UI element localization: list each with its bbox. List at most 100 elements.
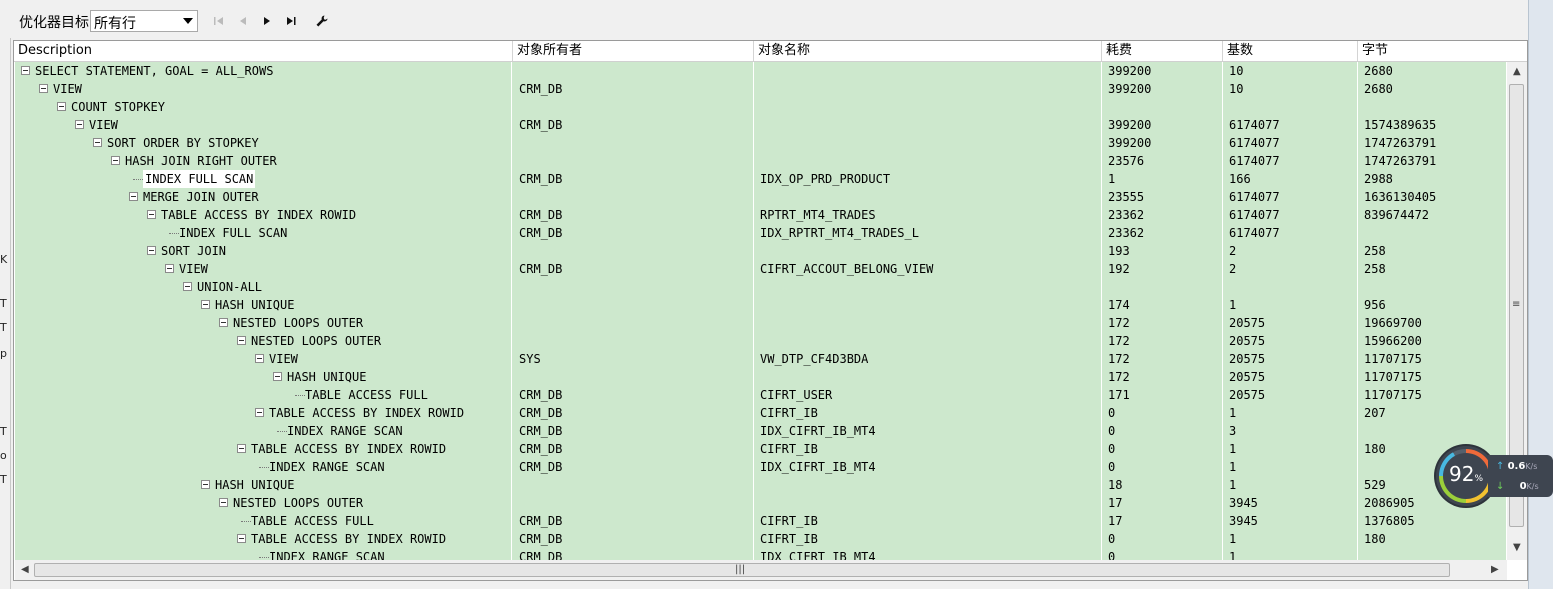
collapse-icon[interactable]	[93, 138, 102, 147]
cardinality-cell: 6174077	[1224, 188, 1358, 206]
left-strip-glyph: T	[0, 321, 7, 334]
grip-icon: ≡	[1512, 299, 1521, 310]
column-header-object-name[interactable]: 对象名称	[754, 41, 1102, 61]
object-owner-cell: CRM_DB	[514, 440, 754, 458]
collapse-icon[interactable]	[237, 336, 246, 345]
collapse-icon[interactable]	[255, 408, 264, 417]
column-header-cardinality[interactable]: 基数	[1223, 41, 1358, 61]
collapse-icon[interactable]	[111, 156, 120, 165]
table-row[interactable]: NESTED LOOPS OUTER 17 3945 2086905	[15, 494, 1506, 512]
table-row[interactable]: TABLE ACCESS BY INDEX ROWID CRM_DB CIFRT_I…	[15, 404, 1506, 422]
left-strip-glyph: o	[0, 449, 7, 462]
plan-step-cell: COUNT STOPKEY	[15, 98, 512, 116]
first-page-icon[interactable]	[212, 14, 226, 28]
table-row[interactable]: TABLE ACCESS BY INDEX ROWID CRM_DB CIFRT_I…	[15, 530, 1506, 548]
cardinality-cell: 6174077	[1224, 206, 1358, 224]
optimizer-goal-select[interactable]: 所有行	[90, 10, 198, 32]
table-row[interactable]: HASH UNIQUE 18 1 529	[15, 476, 1506, 494]
object-owner-cell	[514, 134, 754, 152]
plan-step-cell: HASH UNIQUE	[15, 368, 512, 386]
cost-cell: 172	[1103, 368, 1223, 386]
table-row[interactable]: INDEX RANGE SCAN CRM_DB IDX_CIFRT_IB_MT4 0 3	[15, 422, 1506, 440]
table-row[interactable]: TABLE ACCESS BY INDEX ROWID CRM_DB RPTRT_M…	[15, 206, 1506, 224]
table-row[interactable]: INDEX FULL SCAN CRM_DB IDX_RPTRT_MT4_TRADE…	[15, 224, 1506, 242]
table-row[interactable]: TABLE ACCESS FULL CRM_DB CIFRT_USER 171 2057…	[15, 386, 1506, 404]
bytes-cell: 839674472	[1364, 208, 1430, 222]
table-row[interactable]: HASH UNIQUE 172 20575 11707175	[15, 368, 1506, 386]
column-header-description[interactable]: Description	[14, 41, 513, 61]
collapse-icon[interactable]	[165, 264, 174, 273]
column-header-owner[interactable]: 对象所有者	[513, 41, 754, 61]
collapse-icon[interactable]	[237, 534, 246, 543]
plan-step-cell: UNION-ALL	[15, 278, 512, 296]
collapse-icon[interactable]	[219, 318, 228, 327]
collapse-icon[interactable]	[147, 210, 156, 219]
collapse-icon[interactable]	[237, 444, 246, 453]
table-row[interactable]: TABLE ACCESS FULL CRM_DB CIFRT_IB 17 3945 137…	[15, 512, 1506, 530]
plan-step-cell: HASH UNIQUE	[15, 296, 512, 314]
collapse-icon[interactable]	[183, 282, 192, 291]
object-owner-cell: CRM_DB	[514, 530, 754, 548]
collapse-icon[interactable]	[201, 480, 210, 489]
table-row[interactable]: SELECT STATEMENT, GOAL = ALL_ROWS 399200 1…	[15, 62, 1506, 80]
object-owner-cell	[514, 368, 754, 386]
next-page-icon[interactable]	[260, 14, 274, 28]
collapse-icon[interactable]	[273, 372, 282, 381]
table-row[interactable]: COUNT STOPKEY	[15, 98, 1506, 116]
plan-step-cell: SORT JOIN	[15, 242, 512, 260]
system-monitor-widget[interactable]: 92%	[1436, 446, 1496, 506]
collapse-icon[interactable]	[129, 192, 138, 201]
table-row[interactable]: VIEW CRM_DB CIFRT_ACCOUT_BELONG_VIEW 192 2 25…	[15, 260, 1506, 278]
table-row[interactable]: TABLE ACCESS BY INDEX ROWID CRM_DB CIFRT_I…	[15, 440, 1506, 458]
previous-page-icon[interactable]	[236, 14, 250, 28]
plan-step-label: INDEX RANGE SCAN	[269, 550, 385, 560]
collapse-icon[interactable]	[21, 66, 30, 75]
bytes-cell: 1636130405	[1364, 190, 1437, 204]
toolbar: 优化器目标 所有行	[0, 0, 1528, 38]
collapse-icon[interactable]	[255, 354, 264, 363]
table-row[interactable]: INDEX RANGE SCAN CRM_DB IDX_CIFRT_IB_MT4 0 1	[15, 548, 1506, 560]
scroll-up-icon[interactable]: ▲	[1513, 66, 1521, 77]
table-row[interactable]: UNION-ALL	[15, 278, 1506, 296]
plan-step-label: TABLE ACCESS FULL	[251, 514, 374, 528]
table-row[interactable]: VIEW CRM_DB 399200 6174077 1574389635	[15, 116, 1506, 134]
table-row[interactable]: SORT JOIN 193 2 258	[15, 242, 1506, 260]
column-header-bytes[interactable]: 字节	[1358, 41, 1527, 61]
horizontal-scroll-thumb[interactable]: |||	[34, 563, 1450, 577]
collapse-icon[interactable]	[147, 246, 156, 255]
table-row[interactable]: HASH UNIQUE 174 1 956	[15, 296, 1506, 314]
plan-step-label: SORT JOIN	[161, 244, 227, 258]
plan-step-cell: INDEX RANGE SCAN	[15, 422, 512, 440]
scroll-down-icon[interactable]: ▼	[1513, 542, 1521, 553]
cardinality-cell: 10	[1224, 80, 1358, 98]
table-row[interactable]: MERGE JOIN OUTER 23555 6174077 1636130405	[15, 188, 1506, 206]
collapse-icon[interactable]	[201, 300, 210, 309]
scroll-right-icon[interactable]: ▶	[1491, 564, 1499, 575]
wrench-icon[interactable]	[315, 14, 329, 28]
table-row[interactable]: INDEX RANGE SCAN CRM_DB IDX_CIFRT_IB_MT4 0 1	[15, 458, 1506, 476]
collapse-icon[interactable]	[39, 84, 48, 93]
table-row[interactable]: HASH JOIN RIGHT OUTER 23576 6174077 1747263…	[15, 152, 1506, 170]
cost-cell: 18	[1103, 476, 1223, 494]
table-row[interactable]: VIEW CRM_DB 399200 10 2680	[15, 80, 1506, 98]
collapse-icon[interactable]	[75, 120, 84, 129]
table-row[interactable]: NESTED LOOPS OUTER 172 20575 19669700	[15, 314, 1506, 332]
last-page-icon[interactable]	[284, 14, 298, 28]
table-row[interactable]: SORT ORDER BY STOPKEY 399200 6174077 174726…	[15, 134, 1506, 152]
table-row[interactable]: INDEX FULL SCAN CRM_DB IDX_OP_PRD_PRODUCT 1…	[15, 170, 1506, 188]
chevron-down-icon[interactable]	[183, 18, 193, 24]
table-row[interactable]: VIEW SYS VW_DTP_CF4D3BDA 172 20575 11707175	[15, 350, 1506, 368]
collapse-icon[interactable]	[219, 498, 228, 507]
object-name-cell: IDX_CIFRT_IB_MT4	[755, 548, 1102, 560]
cpu-percent: 92%	[1436, 462, 1496, 486]
cost-cell: 171	[1103, 386, 1223, 404]
download-speed: 0	[1519, 481, 1527, 492]
object-name-cell	[755, 134, 1102, 152]
object-owner-cell: CRM_DB	[514, 206, 754, 224]
horizontal-scrollbar[interactable]: ◀ ||| ▶	[15, 560, 1507, 580]
table-row[interactable]: NESTED LOOPS OUTER 172 20575 15966200	[15, 332, 1506, 350]
object-name-cell	[755, 296, 1102, 314]
collapse-icon[interactable]	[57, 102, 66, 111]
column-header-cost[interactable]: 耗费	[1102, 41, 1223, 61]
scroll-left-icon[interactable]: ◀	[21, 564, 29, 575]
